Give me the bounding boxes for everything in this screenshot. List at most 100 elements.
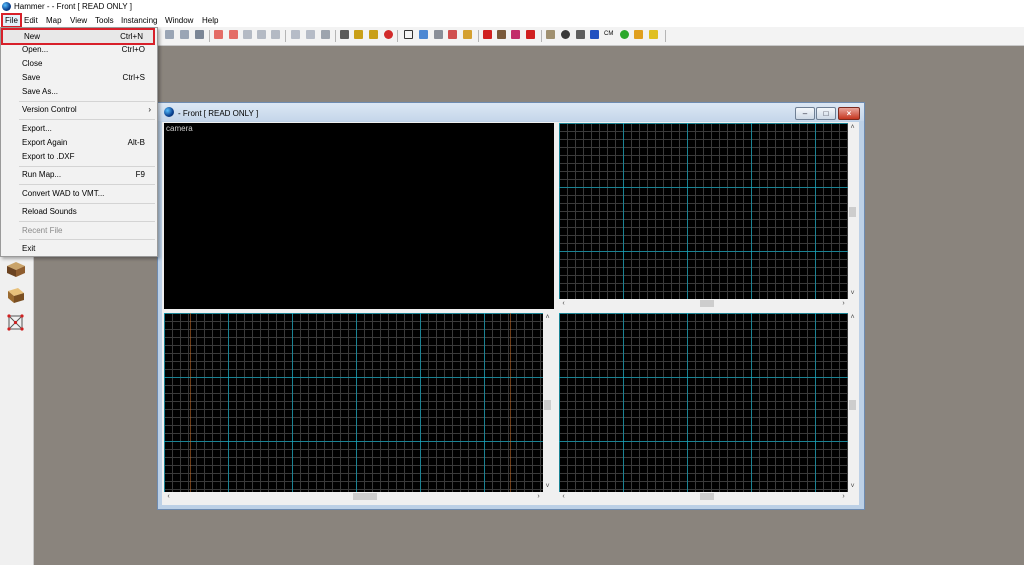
- bottom-left-horizontal-scrollbar[interactable]: ‹ ›: [164, 492, 543, 501]
- toolbar-unhide-icon[interactable]: [257, 30, 266, 39]
- menu-file[interactable]: File: [1, 13, 22, 28]
- toolbar-clip-icon[interactable]: [497, 30, 506, 39]
- menu-item-run-map[interactable]: Run Map... F9: [1, 168, 157, 181]
- toolbar-group-icon[interactable]: [214, 30, 223, 39]
- menu-window[interactable]: Window: [163, 15, 195, 26]
- toolbar-texture-lock-icon[interactable]: [354, 30, 363, 39]
- toolbar-separator: [665, 30, 666, 42]
- scroll-left-icon[interactable]: ‹: [559, 492, 568, 501]
- menu-item-label: Open...: [22, 45, 49, 54]
- maximize-button[interactable]: □: [816, 107, 836, 120]
- file-menu-dropdown: New Ctrl+N Open... Ctrl+O Close Save Ctr…: [0, 27, 158, 257]
- scroll-thumb[interactable]: [700, 300, 714, 307]
- toolbar-red-icon[interactable]: [483, 30, 492, 39]
- menu-item-reload-sounds[interactable]: Reload Sounds: [1, 205, 157, 218]
- axis-line: [190, 313, 191, 492]
- menu-item-label: Reload Sounds: [22, 207, 77, 216]
- child-window-title-bar[interactable]: - Front [ READ ONLY ] – □ ×: [158, 103, 864, 121]
- toolbar-ungroup-icon[interactable]: [229, 30, 238, 39]
- toolbar-id-icon[interactable]: [195, 30, 204, 39]
- minimize-button[interactable]: –: [795, 107, 815, 120]
- toolbar-path-icon[interactable]: [463, 30, 472, 39]
- scroll-left-icon[interactable]: ‹: [164, 492, 173, 501]
- scroll-right-icon[interactable]: ›: [839, 492, 848, 501]
- toolbar-cordon-icon[interactable]: [590, 30, 599, 39]
- menu-item-exit[interactable]: Exit: [1, 242, 157, 255]
- menu-item-label: Save: [22, 73, 41, 82]
- block-tool-icon[interactable]: [4, 258, 28, 279]
- menu-item-version-control[interactable]: Version Control ›: [1, 103, 157, 116]
- toolbar-green-icon[interactable]: [620, 30, 629, 39]
- scroll-thumb[interactable]: [849, 207, 856, 217]
- toolbar-overlay-icon[interactable]: [561, 30, 570, 39]
- toolbar-model-icon[interactable]: [526, 30, 535, 39]
- menu-separator: [19, 203, 155, 204]
- close-button[interactable]: ×: [838, 107, 860, 120]
- toolbar-carve-icon[interactable]: [271, 30, 280, 39]
- front-2d-viewport[interactable]: [164, 313, 543, 492]
- toolbar-arrows-icon[interactable]: [448, 30, 457, 39]
- menu-item-export[interactable]: Export...: [1, 122, 157, 135]
- menu-item-save-as[interactable]: Save As...: [1, 85, 157, 98]
- scroll-thumb[interactable]: [700, 493, 714, 500]
- toolbar-star-icon[interactable]: [649, 30, 658, 39]
- toolbar-selection-icon[interactable]: [404, 30, 413, 39]
- bottom-left-vertical-scrollbar[interactable]: ˄ ˅: [543, 313, 552, 492]
- menu-item-convert-wad[interactable]: Convert WAD to VMT...: [1, 187, 157, 200]
- scroll-down-icon[interactable]: ˅: [848, 482, 857, 491]
- toolbar-fire-icon[interactable]: [634, 30, 643, 39]
- menu-map[interactable]: Map: [44, 15, 64, 26]
- top-right-vertical-scrollbar[interactable]: ˄ ˅: [848, 123, 857, 299]
- paste-icon[interactable]: [321, 30, 330, 39]
- toolbar-redo-icon[interactable]: [180, 30, 189, 39]
- scroll-thumb[interactable]: [849, 400, 856, 410]
- scroll-thumb[interactable]: [353, 493, 377, 500]
- toolbar-entity-icon[interactable]: [434, 30, 443, 39]
- menu-separator: [19, 184, 155, 185]
- menu-view[interactable]: View: [68, 15, 89, 26]
- menu-item-shortcut: Alt-B: [127, 138, 145, 147]
- toolbar-grid-icon[interactable]: [576, 30, 585, 39]
- top-2d-viewport[interactable]: [559, 123, 848, 299]
- bottom-right-vertical-scrollbar[interactable]: ˄ ˅: [848, 313, 857, 492]
- side-2d-viewport[interactable]: [559, 313, 848, 492]
- menu-tools[interactable]: Tools: [93, 15, 116, 26]
- menu-item-open[interactable]: Open... Ctrl+O: [1, 43, 157, 56]
- toolbar-block-icon[interactable]: [340, 30, 349, 39]
- menu-item-shortcut: Ctrl+N: [120, 32, 143, 41]
- camera-viewport[interactable]: camera: [164, 123, 554, 309]
- scroll-down-icon[interactable]: ˅: [543, 482, 552, 491]
- toolbar-undo-icon[interactable]: [165, 30, 174, 39]
- toolbar-decal-icon[interactable]: [546, 30, 555, 39]
- menu-edit[interactable]: Edit: [22, 15, 40, 26]
- scroll-up-icon[interactable]: ˄: [543, 313, 552, 322]
- toolbar-stop-icon[interactable]: [384, 30, 393, 39]
- scroll-right-icon[interactable]: ›: [839, 299, 848, 308]
- scroll-up-icon[interactable]: ˄: [848, 313, 857, 322]
- scroll-thumb[interactable]: [544, 400, 551, 410]
- scroll-up-icon[interactable]: ˄: [848, 123, 857, 132]
- menu-help[interactable]: Help: [200, 15, 220, 26]
- app-title-bar: Hammer - - Front [ READ ONLY ]: [0, 0, 1024, 14]
- bottom-right-horizontal-scrollbar[interactable]: ‹ ›: [559, 492, 848, 501]
- menu-item-close[interactable]: Close: [1, 57, 157, 70]
- menu-instancing[interactable]: Instancing: [119, 15, 159, 26]
- cut-icon[interactable]: [291, 30, 300, 39]
- toolbar-vertex-icon[interactable]: [511, 30, 520, 39]
- submenu-arrow-icon: ›: [148, 105, 151, 114]
- menu-item-export-again[interactable]: Export Again Alt-B: [1, 136, 157, 149]
- scroll-right-icon[interactable]: ›: [534, 492, 543, 501]
- toolbar-texture-scale-icon[interactable]: [369, 30, 378, 39]
- scroll-down-icon[interactable]: ˅: [848, 289, 857, 298]
- copy-icon[interactable]: [306, 30, 315, 39]
- menu-item-save[interactable]: Save Ctrl+S: [1, 71, 157, 84]
- menu-item-export-dxf[interactable]: Export to .DXF: [1, 150, 157, 163]
- texture-application-icon[interactable]: [4, 285, 28, 306]
- toolbar-cm-label[interactable]: CM: [604, 31, 613, 37]
- vertex-tool-icon[interactable]: [4, 312, 28, 333]
- toolbar-hide-icon[interactable]: [243, 30, 252, 39]
- top-right-horizontal-scrollbar[interactable]: ‹ ›: [559, 299, 848, 308]
- scroll-left-icon[interactable]: ‹: [559, 299, 568, 308]
- camera-label: camera: [166, 124, 193, 133]
- toolbar-cursor-icon[interactable]: [419, 30, 428, 39]
